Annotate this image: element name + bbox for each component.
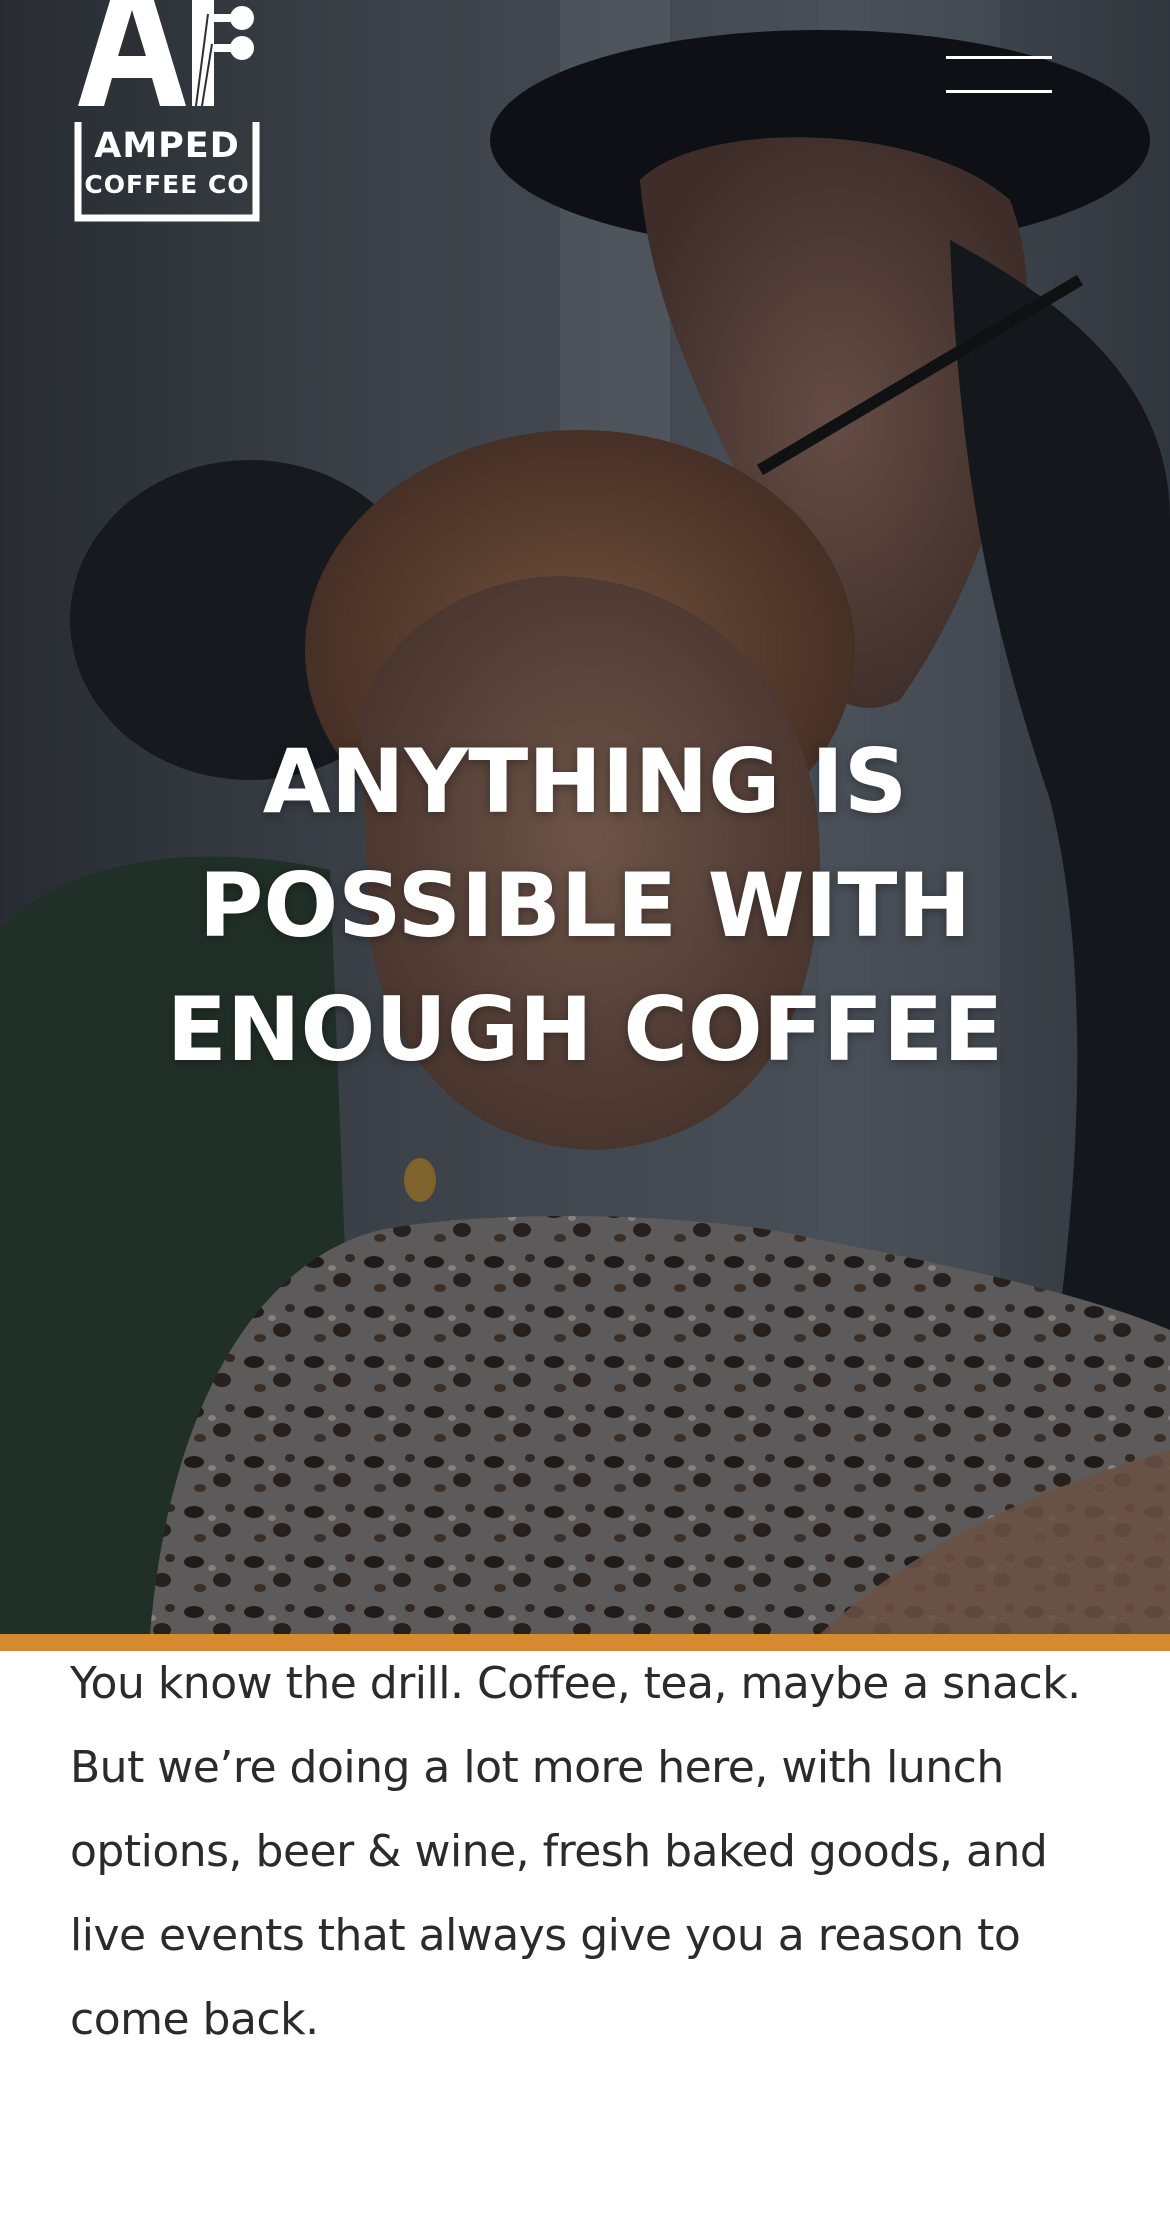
hero-headline: ANYTHING IS POSSIBLE WITH ENOUGH COFFEE: [166, 730, 1004, 1081]
logo-wordmark-coffee-co: COFFEE CO: [84, 170, 250, 199]
intro-paragraph: You know the drill. Coffee, tea, maybe a…: [70, 1658, 1081, 2045]
page: AMPED COFFEE CO ANYTHING IS POSSIBLE WIT…: [0, 0, 1170, 2218]
hamburger-menu-icon-bottom-line: [946, 90, 1052, 93]
brand-logo[interactable]: AMPED COFFEE CO: [74, 0, 270, 224]
hamburger-menu-icon-top-line: [946, 56, 1052, 59]
hero-section: AMPED COFFEE CO ANYTHING IS POSSIBLE WIT…: [0, 0, 1170, 1634]
logo-wordmark-amped: AMPED: [94, 126, 240, 166]
menu-button[interactable]: [946, 52, 1054, 98]
